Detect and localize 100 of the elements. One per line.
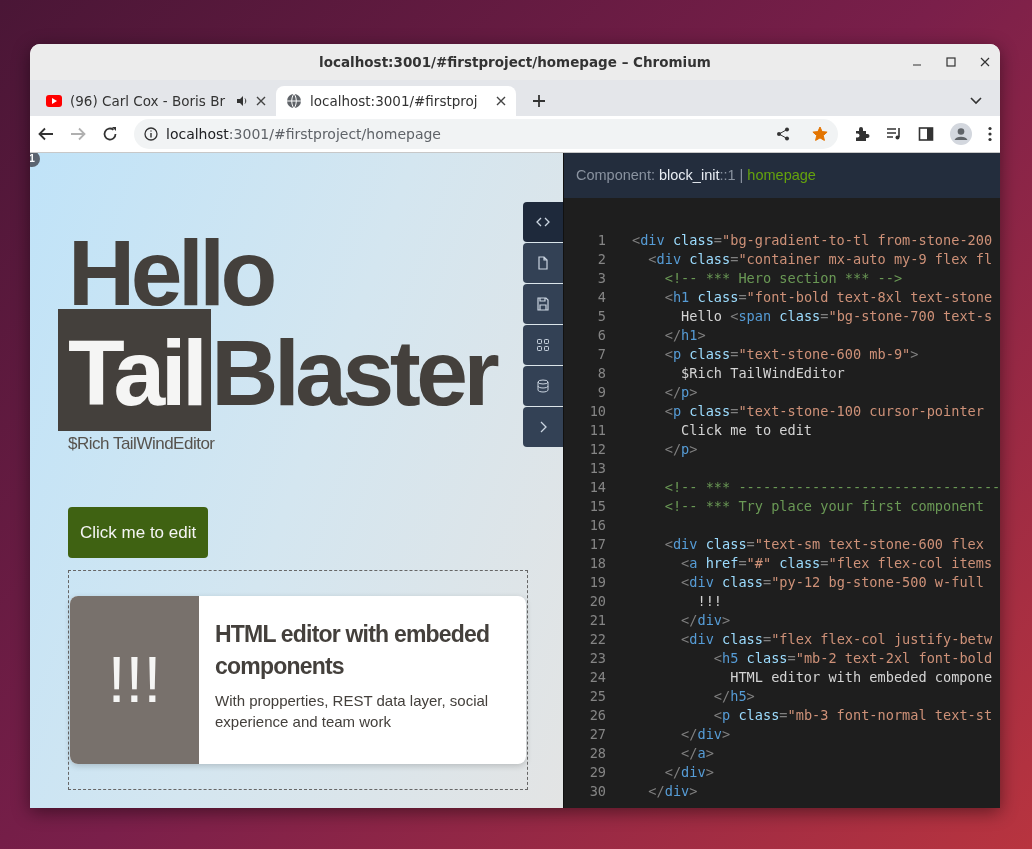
line-number: 3 — [596, 269, 606, 288]
line-number: 27 — [588, 725, 606, 744]
hero-heading: Hello TailBlaster — [58, 223, 508, 437]
line-number: 19 — [588, 573, 606, 592]
line-number: 12 — [588, 440, 606, 459]
code-line: <h5 class="mb-2 text-2xl font-bold — [712, 649, 993, 668]
star-icon[interactable] — [812, 126, 828, 142]
more-icon[interactable] — [988, 126, 992, 142]
code-line: <div class="bg-gradient-to-tl from-stone-200 — [632, 231, 993, 250]
side-panel-icon[interactable] — [918, 126, 934, 142]
line-number: 13 — [588, 459, 606, 478]
line-number: 29 — [588, 763, 606, 782]
line-number: 30 — [588, 782, 606, 801]
tool-button[interactable] — [523, 407, 563, 447]
separator: | — [739, 165, 744, 185]
code-line: <div class="py-12 bg-stone-500 w-full — [680, 573, 984, 592]
avatar-icon[interactable] — [950, 123, 972, 145]
code-line: </h5> — [712, 687, 755, 706]
code-line: <p class="text-stone-600 mb-9"> — [663, 345, 919, 364]
line-number: 15 — [588, 497, 606, 516]
line-number: 25 — [588, 687, 606, 706]
video-icon — [46, 95, 62, 107]
line-number: 24 — [588, 668, 606, 687]
window-title: localhost:3001/#firstproject/homepage – Chromium — [319, 52, 711, 72]
line-number: 18 — [588, 554, 606, 573]
tool-button[interactable] — [523, 366, 563, 406]
code-line: Click me to edit — [680, 421, 813, 440]
database-icon — [536, 379, 550, 393]
line-number: 2 — [596, 250, 606, 269]
line-number: 21 — [588, 611, 606, 630]
code-line: $Rich TailWindEditor — [680, 364, 845, 383]
code-line: <div class="text-sm text-stone-600 flex — [663, 535, 984, 554]
line-number: 9 — [596, 383, 606, 402]
code-line: </p> — [663, 440, 698, 459]
code-line: !!! — [696, 592, 723, 611]
line-number: 7 — [596, 345, 606, 364]
tool-button[interactable] — [523, 284, 563, 324]
count-badge: 1 — [30, 153, 40, 167]
tool-button[interactable] — [523, 325, 563, 365]
line-number: 23 — [588, 649, 606, 668]
share-icon[interactable] — [776, 127, 790, 141]
puzzle-icon[interactable] — [854, 126, 870, 142]
component-name: block_init::1 — [659, 165, 736, 185]
browser-tab[interactable]: (96) Carl Cox - Boris Br — [36, 86, 276, 116]
line-number: 11 — [588, 421, 606, 440]
feature-card[interactable]: !!! HTML editor with embeded components With propperties, REST data layer, social experience and team work — [70, 596, 526, 764]
close-icon[interactable] — [980, 57, 990, 67]
chevron-down-icon[interactable] — [970, 97, 982, 105]
code-line: </div> — [680, 611, 731, 630]
code-line: HTML editor with embeded compone — [729, 668, 993, 687]
card-title: HTML editor with embeded components — [215, 620, 491, 681]
code-line: <div class="container mx-auto my-9 flex fl — [647, 250, 993, 269]
line-number: 14 — [588, 478, 606, 497]
subtitle: $Rich TailWindEditor — [68, 434, 215, 453]
globe-icon — [286, 93, 302, 109]
close-icon[interactable] — [496, 96, 506, 106]
code-line: </p> — [663, 383, 698, 402]
code-line: </div> — [680, 725, 731, 744]
info-icon[interactable] — [144, 127, 158, 141]
address-bar[interactable]: localhost:3001/#firstproject/homepage — [134, 119, 838, 149]
edit-button[interactable]: Click me to edit — [68, 506, 209, 558]
code-line: <p class="mb-3 font-normal text-st — [712, 706, 993, 725]
code-line: </div> — [647, 782, 698, 801]
header-label: Component: — [576, 165, 655, 185]
new-tab-icon[interactable] — [532, 94, 546, 108]
line-number: 10 — [588, 402, 606, 421]
tool-button[interactable] — [523, 202, 563, 242]
card-text: With propperties, REST data layer, social experience and team work — [215, 691, 490, 732]
maximize-icon[interactable] — [946, 57, 956, 67]
close-icon[interactable] — [256, 96, 266, 106]
media-queue-icon[interactable] — [886, 126, 902, 142]
line-number: 8 — [596, 364, 606, 383]
line-number: 1 — [596, 231, 606, 250]
file-icon — [536, 256, 550, 270]
code-line: Hello <span class="bg-stone-700 text-s — [680, 307, 993, 326]
code-line: </h1> — [663, 326, 706, 345]
page-name[interactable]: homepage — [747, 164, 816, 187]
code-line: <!-- *** Hero section *** --> — [663, 269, 903, 288]
line-number: 22 — [588, 630, 606, 649]
line-number: 20 — [588, 592, 606, 611]
speaker-icon[interactable] — [236, 95, 248, 107]
code-line: <!-- *** -------------------------------- — [663, 478, 1000, 497]
line-number: 17 — [588, 535, 606, 554]
line-number: 5 — [596, 307, 606, 326]
tool-button[interactable] — [523, 243, 563, 283]
code-line: <!-- *** Try place your first component — [663, 497, 984, 516]
line-number: 28 — [588, 744, 606, 763]
code-icon — [536, 215, 550, 229]
code-line: <h1 class="font-bold text-8xl text-stone — [663, 288, 993, 307]
back-icon[interactable] — [38, 126, 54, 142]
grid-icon — [536, 338, 550, 352]
browser-tab[interactable]: localhost:3001/#firstproj — [276, 86, 516, 116]
reload-icon[interactable] — [102, 126, 118, 142]
code-line: <a href="#" class="flex flex-col items — [680, 554, 993, 573]
card-image: !!! — [70, 596, 199, 764]
code-line: <div class="flex flex-col justify-betw — [680, 630, 993, 649]
line-number: 6 — [596, 326, 606, 345]
line-number: 26 — [588, 706, 606, 725]
line-number: 16 — [588, 516, 606, 535]
line-number: 4 — [596, 288, 606, 307]
